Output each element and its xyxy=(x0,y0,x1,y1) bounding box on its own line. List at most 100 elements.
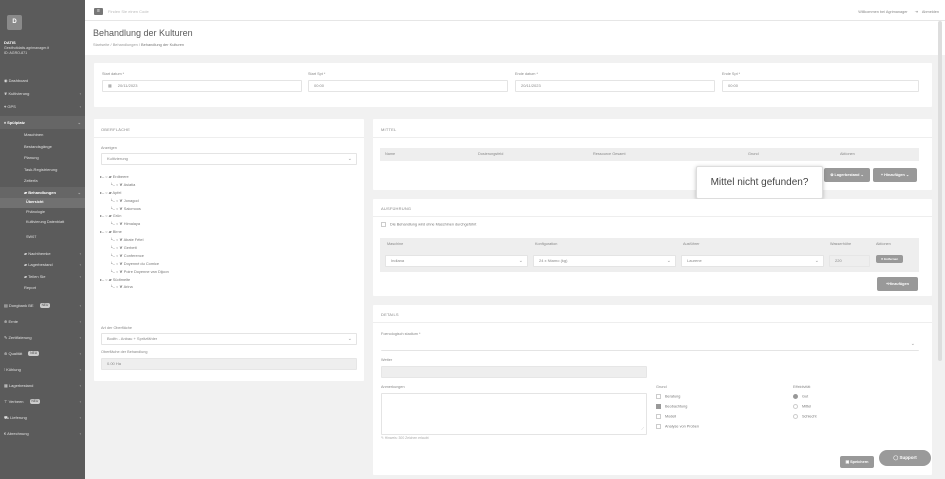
col-operator: Ausführer xyxy=(683,242,700,246)
breadcrumb-current: Behandlung der Kulturen xyxy=(141,42,185,47)
sidebar-item-kultivierung[interactable]: ❦ Kultivierung ‹ xyxy=(0,87,85,100)
tree-node[interactable]: └– ○ ❦ Abate Fétel xyxy=(100,236,169,244)
tree-node-label: Poire Doyenne van Dijcon xyxy=(123,268,169,274)
sidebar-sub-behandlungen[interactable]: ▰ Behandlungen ⌄ xyxy=(0,186,85,198)
tree-node-label: Erdbeere xyxy=(112,174,129,179)
sidebar-sub2-datenblatt[interactable]: Kultivierung Datenblatt xyxy=(0,217,85,233)
delete-machine-button[interactable]: ✕ Entfernen xyxy=(876,255,903,263)
no-machine-checkbox[interactable]: Die Behandlung wird ohne Maschinen durch… xyxy=(381,222,476,227)
stock-button[interactable]: ⊗ Lagerbestand ⌄ xyxy=(824,168,870,182)
means-not-found-tooltip[interactable]: Mittel nicht gefunden? xyxy=(696,166,823,199)
end-time-input[interactable]: 00:00 xyxy=(722,80,919,92)
reason-label: Grund xyxy=(656,385,667,389)
save-button[interactable]: ▣ Speichern xyxy=(840,456,874,468)
efficacy-radio[interactable]: Gut xyxy=(793,394,808,399)
sidebar-sub2-phanologie[interactable]: Phänologie xyxy=(0,208,85,218)
efficacy-radio[interactable]: Schlecht xyxy=(793,414,817,419)
notes-label: Anmerkungen xyxy=(381,385,405,389)
reason-checkbox[interactable]: Beratung xyxy=(656,394,680,399)
sidebar-item-zertifizierung[interactable]: ✎ Zertifizierung ‹ xyxy=(0,330,85,346)
tree-node[interactable]: └– ○ ❦ Conference xyxy=(100,252,169,260)
tree-node[interactable]: ▸– ○ ▰ Grün xyxy=(100,212,169,220)
tree-node[interactable]: ▸– ○ ▰ Erdbeere xyxy=(100,173,169,181)
sidebar-sub-lagerbestand[interactable]: ▰ Lagerbestand ‹ xyxy=(0,259,85,271)
start-date-input[interactable]: ▦ 20/11/2023 xyxy=(102,80,302,92)
new-badge: NEU xyxy=(39,302,51,308)
details-title: DETAILS xyxy=(381,312,399,317)
start-time-input[interactable]: 00:00 xyxy=(308,80,508,92)
tree-node-label: Abate Fétel xyxy=(123,237,144,243)
sidebar-item-kuhlung[interactable]: ⫶ Kühlung ‹ xyxy=(0,362,85,378)
tree-node[interactable]: └– ○ ❦ Poire Doyenne van Dijcon xyxy=(100,268,169,276)
chevron-left-icon: ‹ xyxy=(79,398,81,404)
notes-textarea[interactable]: ⟋ xyxy=(381,393,647,435)
tree-node[interactable]: └– ○ ❦ Jonagod xyxy=(100,197,169,205)
tree-node-label: Asiatia xyxy=(123,181,136,187)
divider xyxy=(373,216,932,217)
page-scrollbar[interactable] xyxy=(938,21,942,361)
chevron-left-icon: ‹ xyxy=(79,91,81,96)
sidebar-item-ernte[interactable]: ⊕ Ernte ‹ xyxy=(0,314,85,330)
sidebar-sub-planung[interactable]: Planung xyxy=(0,152,85,164)
leaf-icon: └– ○ ❦ xyxy=(110,221,124,227)
sidebar-sub-bestandsgange[interactable]: Bestandsgänge xyxy=(0,141,85,153)
sidebar-sub2-ubersicht[interactable]: Übersicht xyxy=(0,198,85,208)
efficacy-radio[interactable]: Mittel xyxy=(793,404,811,409)
sidebar-sub-zeiterfa[interactable]: Zeiterfa xyxy=(0,175,85,187)
sidebar-item-qualitat[interactable]: ⊛ Qualität NEU ‹ xyxy=(0,346,85,362)
add-machine-button[interactable]: +Hinzufügen xyxy=(877,277,918,291)
machine-select[interactable]: Indiana ⌄ xyxy=(385,255,528,267)
tree-node[interactable]: └– ○ ❦ Himalaya xyxy=(100,220,169,228)
tree-node[interactable]: └– ○ ❦ Arina xyxy=(100,283,169,291)
org-logo[interactable]: D xyxy=(7,15,22,30)
sidebar-item-dashboard[interactable]: ◉ Dashboard xyxy=(0,74,85,87)
sidebar-item-dongbank[interactable]: ▤ Dongbank BE NEU ‹ xyxy=(0,298,85,314)
breadcrumb-behandlungen[interactable]: Behandlungen xyxy=(113,42,138,47)
tree-node-label: Apfel xyxy=(112,189,122,195)
tree-node[interactable]: └– ○ ❦ Gerbett xyxy=(100,244,169,252)
tree-node[interactable]: ▸– ○ ▰ Birne xyxy=(100,228,169,236)
reason-checkbox[interactable]: Modell xyxy=(656,414,676,419)
new-badge: NEU xyxy=(29,398,41,404)
add-means-button[interactable]: + Hinzufügen ⌄ xyxy=(873,168,917,182)
sidebar-sub-task[interactable]: Task-Registrierung xyxy=(0,164,85,176)
tree-node[interactable]: └– ○ ❦ Asiatia xyxy=(100,181,169,189)
welcome-text: Willkommen bei Agrimanager xyxy=(858,10,908,14)
sidebar-sub-report[interactable]: Report xyxy=(0,282,85,294)
col-exec-actions: Aktionen xyxy=(876,242,891,246)
tree-node[interactable]: └– ○ ❦ Saicmoos xyxy=(100,205,169,213)
tree-node[interactable]: ▸– ○ ▰ Südtmelte xyxy=(100,276,169,284)
sidebar-item-lagerbestand[interactable]: ▦ Lagerbestand ‹ xyxy=(0,378,85,394)
sidebar-item-gps[interactable]: ⌖ GPS ‹ xyxy=(0,100,85,113)
sidebar-item-spulplatz[interactable]: ♦ Spülplatz ⌄ xyxy=(0,116,85,129)
chevron-down-icon: ⌄ xyxy=(666,258,671,264)
end-time-label: Ende Spt * xyxy=(722,72,741,76)
support-button[interactable]: ◯ Support xyxy=(879,450,931,466)
code-search-input[interactable]: Finden Sie einen Code xyxy=(108,9,228,14)
reason-checkbox[interactable]: Analyse von Proben xyxy=(656,424,699,429)
sidebar-item-lieferung[interactable]: ⛟ Lieferung ‹ xyxy=(0,410,85,426)
menu-toggle-button[interactable]: ≡ xyxy=(94,8,103,15)
checkbox xyxy=(656,394,661,399)
breadcrumb-home[interactable]: Startseite xyxy=(93,42,109,47)
logout-link[interactable]: ⇥ Abmelden xyxy=(912,10,939,14)
sidebar-sub-nachthemke[interactable]: ▰ Nachthemke ‹ xyxy=(0,248,85,260)
show-select[interactable]: Kultivierung ⌄ xyxy=(101,153,357,165)
sidebar-sub2-sw07[interactable]: SW07 xyxy=(0,233,85,243)
sidebar-sub-maschinen[interactable]: Maschinen xyxy=(0,129,85,141)
water-input[interactable]: 220 xyxy=(829,255,870,267)
sidebar-item-verbeen[interactable]: ⊤ Verbeen NEU ‹ xyxy=(0,394,85,410)
tree-node-label: Jonagod xyxy=(123,197,139,203)
weather-field[interactable] xyxy=(381,366,647,378)
tree-node-label: Saicmoos xyxy=(123,205,141,211)
sidebar-sub-teilen[interactable]: ▰ Teilen Sie ‹ xyxy=(0,271,85,283)
operator-select[interactable]: Laurene ⌄ xyxy=(681,255,824,267)
surface-type-select[interactable]: Bodfn - Anbau + Spritzfähler ⌄ xyxy=(101,333,357,345)
tree-node[interactable]: └– ○ ❦ Doyenné du Comice xyxy=(100,260,169,268)
end-date-input[interactable]: 20/11/2023 xyxy=(515,80,715,92)
tree-node[interactable]: ▸– ○ ▰ Apfel xyxy=(100,189,169,197)
phase-select[interactable]: ⌄ xyxy=(381,339,919,351)
config-select[interactable]: 24 x Ntamo (kg) ⌄ xyxy=(533,255,676,267)
reason-checkbox[interactable]: Beobachtung xyxy=(656,404,687,409)
sidebar-item-abrechnung[interactable]: € Abrechnung ‹ xyxy=(0,426,85,442)
